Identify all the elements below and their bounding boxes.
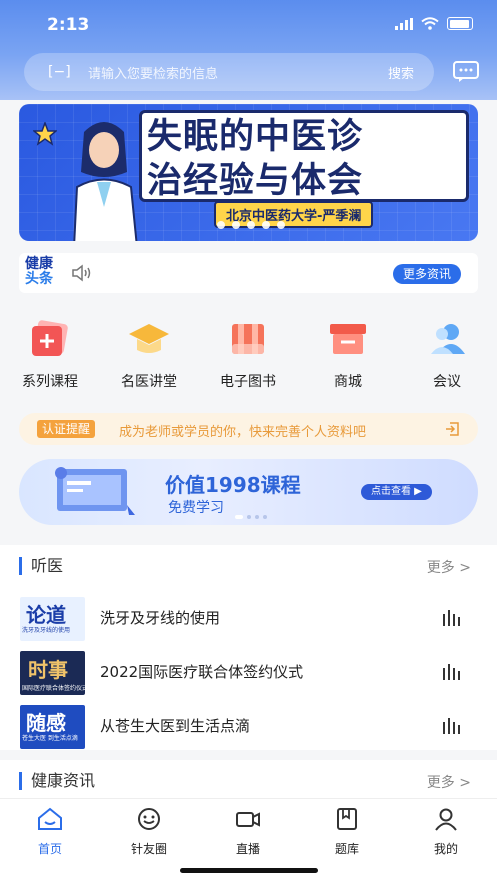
list-item-title: 2022国际医疗联合体签约仪式 <box>100 663 304 681</box>
tab-question-bank[interactable]: 题库 <box>307 807 387 857</box>
thumbnail: 时事 国际医疗联合体签约仪式 <box>20 651 85 695</box>
tab-label: 直播 <box>235 842 260 856</box>
health-more-link[interactable]: 更多 > <box>427 772 471 792</box>
category-label: 电子图书 <box>220 374 276 390</box>
logo-line2: 头条 <box>25 271 53 287</box>
shop-icon <box>330 324 366 354</box>
question-bank-icon <box>337 808 357 830</box>
signal-icon <box>395 17 413 30</box>
circle-icon <box>138 808 160 830</box>
notice-tag: 认证提醒 <box>37 420 96 438</box>
list-item[interactable]: 论道 洗牙及牙线的使用 洗牙及牙线的使用 <box>20 597 479 643</box>
category-course[interactable]: 系列课程 <box>10 320 90 391</box>
system-icons <box>395 17 473 30</box>
laptop-illustration-icon <box>55 467 135 515</box>
ebook-icon <box>232 324 264 354</box>
thumbnail: 随感 苍生大医 到生活点滴 <box>20 705 85 749</box>
lecture-hall-icon <box>129 324 169 353</box>
listen-section: 听医 更多 > 论道 洗牙及牙线的使用 洗牙及牙线的使用 时事 国际医疗联合体签… <box>0 545 497 750</box>
course-icon <box>32 320 68 356</box>
wifi-icon <box>421 17 439 30</box>
star-icon <box>33 122 57 146</box>
listen-more-link[interactable]: 更多 > <box>427 557 471 577</box>
tab-home[interactable]: 首页 <box>10 807 90 857</box>
thumbnail-caption: 苍生大医 到生活点滴 <box>22 735 78 742</box>
home-icon <box>38 807 62 830</box>
promo-pagination <box>235 515 267 519</box>
promo-banner[interactable]: 价值1998课程 免费学习 点击查看 ▶ <box>19 459 478 525</box>
list-item[interactable]: 时事 国际医疗联合体签约仪式 2022国际医疗联合体签约仪式 <box>20 651 479 697</box>
thumbnail: 论道 洗牙及牙线的使用 <box>20 597 85 641</box>
search-input[interactable]: 请输入您要检索的信息 <box>88 63 218 82</box>
thumbnail-text: 时事 <box>28 658 68 682</box>
section-title: 听医 <box>19 557 63 575</box>
health-info-section: 健康资讯 更多 > <box>0 760 497 800</box>
tab-label: 首页 <box>37 842 62 856</box>
health-headline-bar[interactable]: 健康 头条 更多资讯 <box>19 253 478 293</box>
battery-icon <box>447 17 473 30</box>
section-title: 健康资讯 <box>19 772 95 790</box>
category-lecture[interactable]: 名医讲堂 <box>109 320 189 391</box>
search-button[interactable]: 搜索 <box>388 63 414 82</box>
tab-circle[interactable]: 针友圈 <box>109 807 189 857</box>
promo-view-button[interactable]: 点击查看 ▶ <box>361 484 432 500</box>
doctor-illustration-icon <box>73 122 138 241</box>
tab-label: 我的 <box>433 842 458 856</box>
audio-wave-icon[interactable] <box>441 714 463 736</box>
list-item[interactable]: 随感 苍生大医 到生活点滴 从苍生大医到生活点滴 <box>20 705 479 751</box>
banner-carousel[interactable]: 失眠的中医诊 治经验与体会 北京中医药大学-严季澜 <box>19 104 478 241</box>
thumbnail-caption: 国际医疗联合体签约仪式 <box>22 685 85 692</box>
list-item-title: 从苍生大医到生活点滴 <box>100 717 251 735</box>
thumbnail-text: 论道 <box>26 603 66 627</box>
notice-text: 成为老师或学员的你，快来完善个人资料吧 <box>119 425 367 440</box>
tab-profile[interactable]: 我的 <box>406 807 486 857</box>
status-time: 2:13 <box>47 15 90 35</box>
thumbnail-caption: 洗牙及牙线的使用 <box>22 627 71 634</box>
audio-wave-icon[interactable] <box>441 606 463 628</box>
search-bar[interactable]: [−] 请输入您要检索的信息 搜索 <box>24 53 434 91</box>
category-label: 系列课程 <box>22 374 78 390</box>
message-icon[interactable] <box>453 61 479 83</box>
tab-live[interactable]: 直播 <box>208 807 288 857</box>
audio-wave-icon[interactable] <box>441 660 463 682</box>
category-ebook[interactable]: 电子图书 <box>208 320 288 391</box>
health-headline-logo: 健康 头条 <box>25 257 63 289</box>
category-label: 商城 <box>334 374 362 390</box>
certification-notice[interactable]: 认证提醒 成为老师或学员的你，快来完善个人资料吧 <box>19 413 478 445</box>
profile-icon <box>435 808 457 831</box>
logo-line1: 健康 <box>25 256 53 272</box>
more-news-button[interactable]: 更多资讯 <box>392 264 461 284</box>
home-indicator <box>180 868 318 873</box>
speaker-icon <box>72 264 91 282</box>
promo-title: 价值1998课程 <box>165 473 301 497</box>
banner-title-line2: 治经验与体会 <box>147 161 364 201</box>
promo-subtitle: 免费学习 <box>168 500 224 516</box>
category-shop[interactable]: 商城 <box>308 320 388 391</box>
category-grid: 系列课程 名医讲堂 电子图书 商城 会议 <box>0 320 497 390</box>
arrow-enter-icon[interactable] <box>444 421 460 437</box>
live-icon <box>236 812 260 827</box>
tab-label: 针友圈 <box>130 842 167 856</box>
list-item-title: 洗牙及牙线的使用 <box>100 609 221 627</box>
tab-label: 题库 <box>334 842 359 856</box>
banner-pagination <box>217 221 285 229</box>
category-label: 会议 <box>433 374 461 390</box>
category-meeting[interactable]: 会议 <box>407 320 487 391</box>
thumbnail-text: 随感 <box>26 711 66 735</box>
category-label: 名医讲堂 <box>121 374 177 390</box>
meeting-icon <box>431 324 465 354</box>
scan-icon[interactable]: [−] <box>48 64 71 80</box>
status-bar: 2:13 <box>0 0 497 50</box>
